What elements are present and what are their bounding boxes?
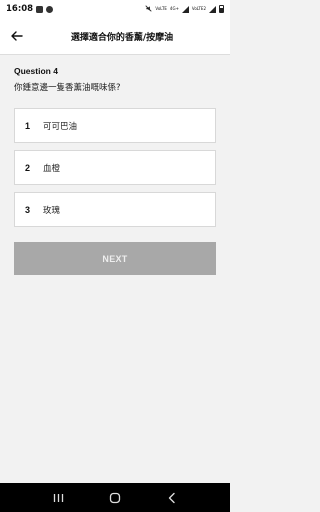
status-left: 16:08 bbox=[6, 4, 54, 14]
options-list: 1 可可巴油 2 血橙 3 玫瑰 bbox=[14, 108, 216, 234]
question-number: Question 4 bbox=[14, 66, 58, 76]
messenger-notification-icon bbox=[46, 5, 54, 13]
home-button[interactable] bbox=[103, 488, 127, 508]
main-content: Question 4 你鍾意邊一隻香薰油嘅味係? 1 可可巴油 2 血橙 3 玫… bbox=[0, 55, 230, 483]
battery-icon bbox=[219, 5, 224, 13]
next-button[interactable]: NEXT bbox=[14, 242, 216, 275]
option-1[interactable]: 1 可可巴油 bbox=[14, 108, 216, 143]
gallery-notification-icon bbox=[36, 5, 44, 13]
option-label: 玫瑰 bbox=[43, 205, 61, 216]
option-2[interactable]: 2 血橙 bbox=[14, 150, 216, 185]
back-button[interactable] bbox=[8, 27, 26, 45]
status-bar: 16:08 VoLTE 4G+ VoLTE2 bbox=[0, 0, 230, 18]
header: 選擇適合你的香薰/按摩油 bbox=[0, 18, 230, 54]
back-nav-button[interactable] bbox=[160, 488, 184, 508]
signal-icon-2 bbox=[209, 5, 216, 13]
network-label-2: 4G+ bbox=[169, 6, 179, 11]
option-number: 3 bbox=[25, 204, 31, 215]
network-label-1: VoLTE bbox=[155, 6, 167, 11]
option-label: 可可巴油 bbox=[43, 121, 78, 132]
network-label-4: VoLTE2 bbox=[191, 6, 206, 11]
question-text: 你鍾意邊一隻香薰油嘅味係? bbox=[14, 83, 121, 93]
recents-button[interactable] bbox=[46, 488, 70, 508]
option-number: 2 bbox=[25, 162, 31, 173]
arrow-left-icon bbox=[11, 31, 23, 41]
status-right: VoLTE 4G+ VoLTE2 bbox=[145, 5, 224, 13]
option-3[interactable]: 3 玫瑰 bbox=[14, 192, 216, 227]
mute-icon bbox=[145, 5, 152, 13]
page-title: 選擇適合你的香薰/按摩油 bbox=[70, 32, 174, 43]
option-label: 血橙 bbox=[43, 163, 61, 174]
signal-icon-1 bbox=[181, 5, 189, 13]
status-time: 16:08 bbox=[6, 4, 34, 14]
back-nav-icon bbox=[168, 492, 175, 503]
option-number: 1 bbox=[25, 120, 31, 131]
home-icon bbox=[109, 492, 121, 503]
system-nav-bar bbox=[0, 483, 230, 512]
recents-icon bbox=[53, 493, 63, 502]
